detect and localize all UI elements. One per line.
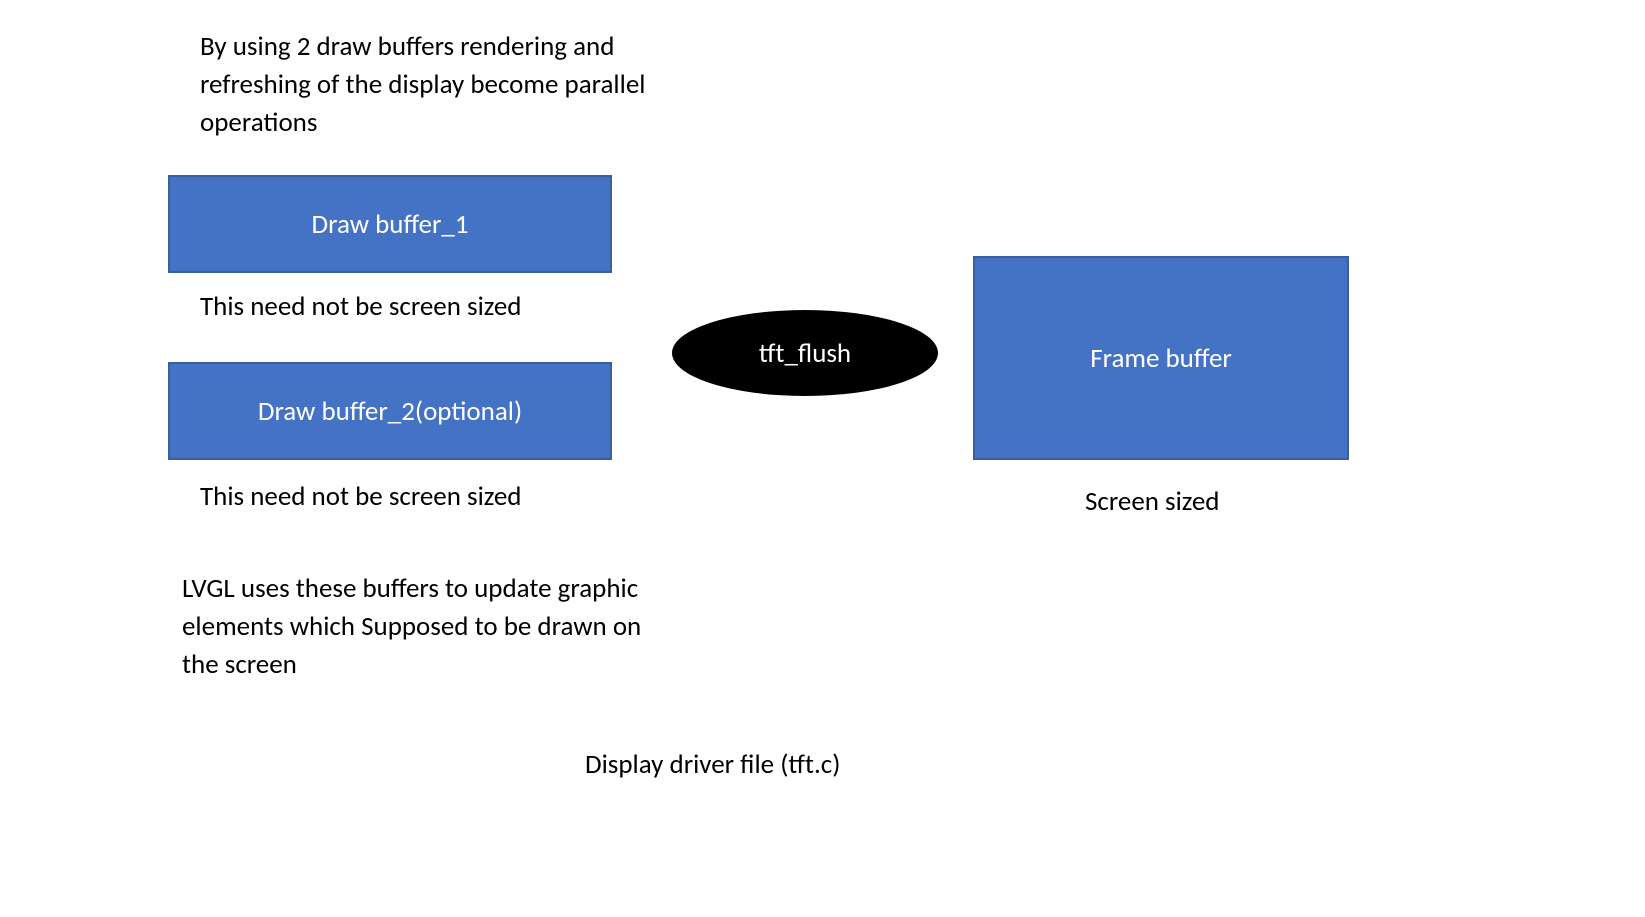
- top-description-text: By using 2 draw buffers rendering and re…: [200, 28, 660, 141]
- lvgl-description-text: LVGL uses these buffers to update graphi…: [182, 570, 642, 683]
- draw-buffer-2-box: Draw buffer_2(optional): [168, 362, 612, 460]
- tft-flush-label: tft_flush: [759, 337, 851, 370]
- draw-buffer-2-label: Draw buffer_2(optional): [258, 395, 522, 428]
- draw-buffer-1-box: Draw buffer_1: [168, 175, 612, 273]
- frame-buffer-box: Frame buffer: [973, 256, 1349, 460]
- tft-flush-ellipse: tft_flush: [672, 310, 938, 396]
- draw-buffer-1-caption: This need not be screen sized: [200, 290, 521, 323]
- frame-buffer-label: Frame buffer: [1090, 342, 1232, 375]
- frame-buffer-caption: Screen sized: [1085, 485, 1219, 518]
- draw-buffer-1-label: Draw buffer_1: [311, 208, 468, 241]
- footer-title-text: Display driver file (tft.c): [585, 748, 840, 781]
- draw-buffer-2-caption: This need not be screen sized: [200, 480, 521, 513]
